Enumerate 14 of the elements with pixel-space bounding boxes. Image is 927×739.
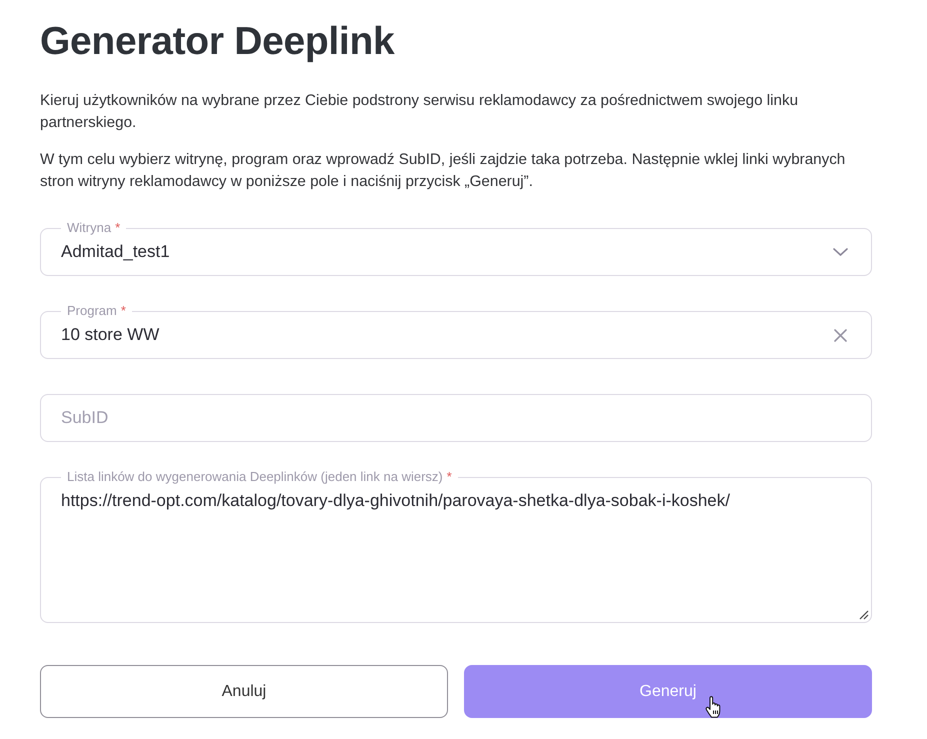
cancel-button[interactable]: Anuluj <box>40 665 448 718</box>
page-title: Generator Deeplink <box>40 19 396 65</box>
field-label: Program * <box>66 303 127 319</box>
field-label: Lista linków do wygenerowania Deeplinków (jeden link na wiersz) * <box>66 469 453 485</box>
intro-paragraph: W tym celu wybierz witrynę, program oraz wprowadź SubID, jeśli zajdzie taka potrzeba. Następnie wklej linki wybranych stron witryny reklamodawcy w poniższe pole i naciśnij przycisk „Generuj”. <box>40 150 846 192</box>
intro-paragraph: Kieruj użytkowników na wybrane przez Ciebie podstrony serwisu reklamodawcy za pośrednictwem swojego linku partnerskiego. <box>40 91 800 133</box>
close-icon[interactable] <box>834 328 847 342</box>
field-label: Witryna * <box>66 220 122 236</box>
hand-cursor-icon <box>705 696 721 718</box>
dropdown-field[interactable]: Program * 10 store WW <box>40 303 872 359</box>
chevron-down-icon[interactable] <box>833 248 848 256</box>
dropdown-field[interactable]: Witryna * Admitad_test1 <box>40 220 872 276</box>
textarea-field[interactable]: Lista linków do wygenerowania Deeplinków (jeden link na wiersz) * https://trend-opt.com/katalog/tovary-dlya-ghivotnih/parovaya-shetka-dlya-sobak-i-koshek/ <box>40 469 872 623</box>
resize-handle-icon[interactable] <box>859 610 869 620</box>
